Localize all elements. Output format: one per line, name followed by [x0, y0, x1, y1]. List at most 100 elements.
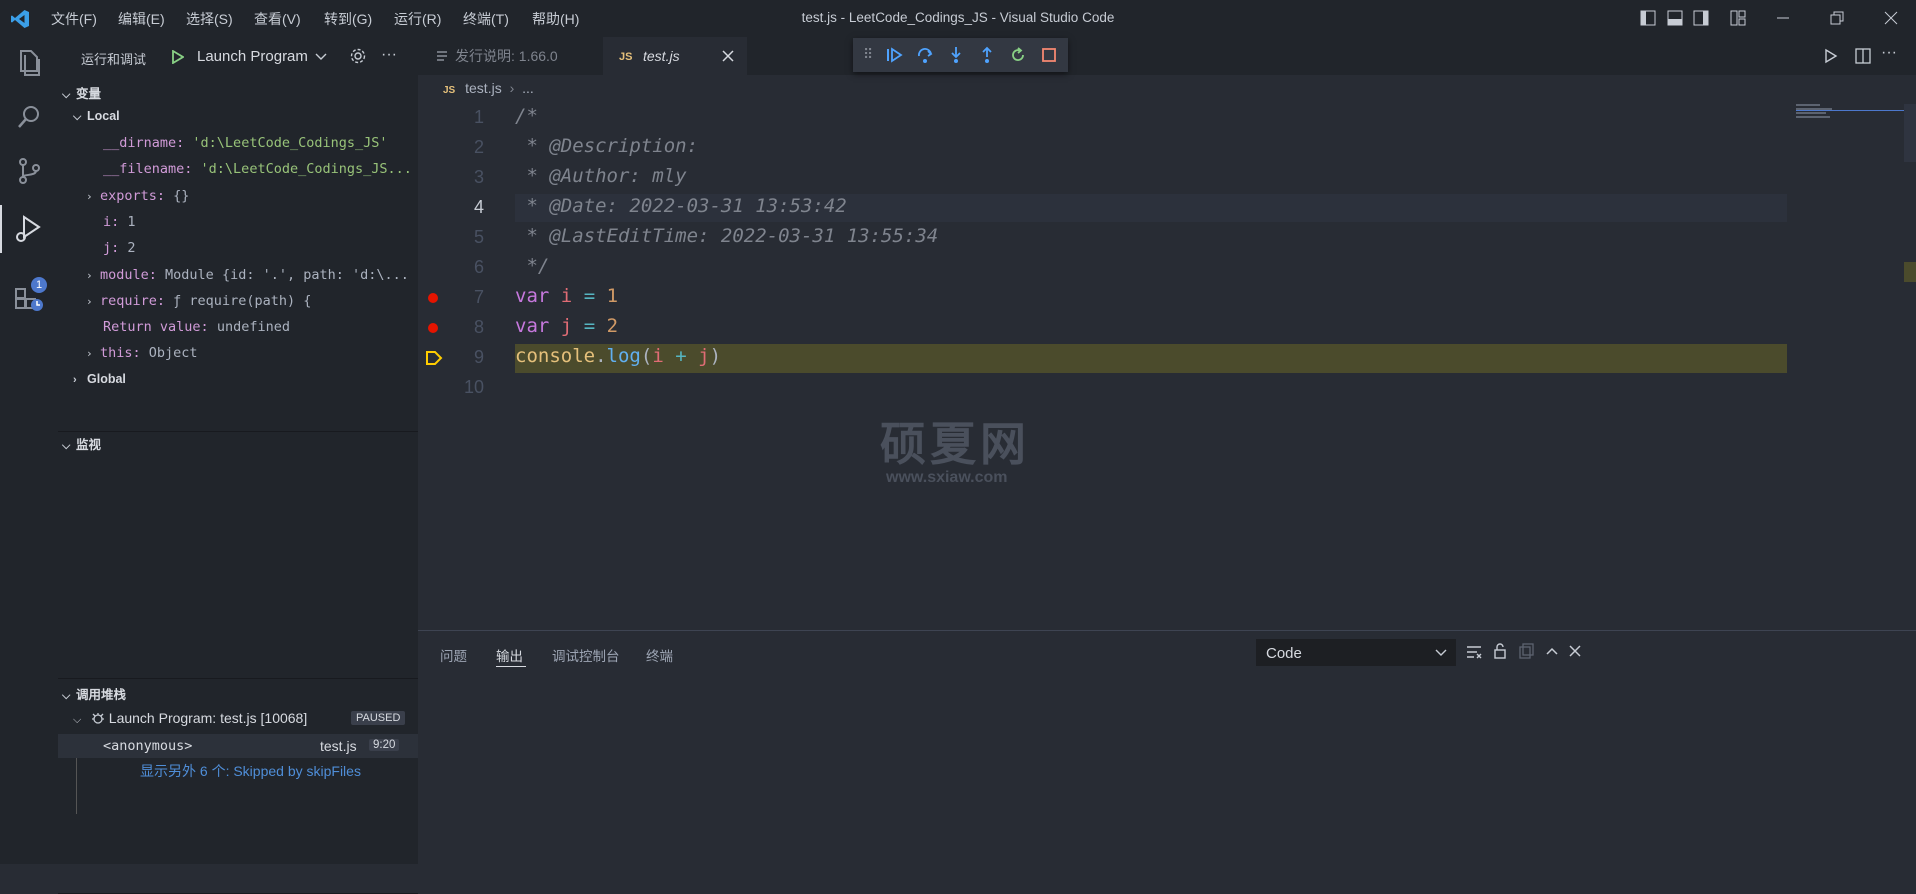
code-line: */ [515, 255, 550, 277]
watermark-url: www.sxiaw.com [886, 469, 1008, 486]
bottom-panel: 问题 输出 调试控制台 终端 Code [418, 630, 1916, 865]
line-number: 9 [473, 347, 484, 367]
active-indicator [0, 205, 2, 253]
variable-row[interactable]: i: 1 [103, 214, 418, 230]
tab-terminal[interactable]: 终端 [646, 645, 673, 665]
code-line: var j = 2 [515, 315, 619, 337]
minimize-icon[interactable] [1775, 10, 1791, 26]
step-out-icon[interactable] [978, 46, 996, 64]
tab-problems[interactable]: 问题 [440, 645, 467, 665]
chevron-down-icon: ⌵ [62, 89, 71, 101]
continue-icon[interactable] [885, 46, 903, 64]
variable-row[interactable]: Return value: undefined [103, 319, 418, 335]
line-number: 6 [473, 257, 484, 277]
sidebar-title: 运行和调试 [81, 52, 147, 67]
line-number: 8 [473, 317, 484, 337]
tab-test-js[interactable]: JS test.js [603, 37, 747, 75]
window-title: test.js - LeetCode_Codings_JS - Visual S… [801, 10, 1115, 25]
output-channel-select[interactable]: Code [1256, 639, 1456, 666]
toggle-secondary-sidebar-icon[interactable] [1693, 10, 1709, 26]
stack-frame-position: 9:20 [369, 739, 400, 751]
open-log-icon[interactable] [1518, 643, 1534, 659]
chevron-right-icon: › [86, 269, 93, 282]
scope-local[interactable]: ⌵ Local [58, 109, 418, 124]
code-line: * @LastEditTime: 2022-03-31 13:55:34 [515, 225, 939, 247]
editor-tab-bar: 发行说明: 1.66.0 JS test.js ··· [418, 37, 1916, 75]
debug-toolbar: ⠿ [853, 38, 1068, 72]
line-number: 4 [473, 197, 484, 217]
watch-section-header[interactable]: ⌵ 监视 [58, 434, 418, 453]
line-number: 10 [463, 377, 484, 397]
breadcrumb-symbol[interactable]: ... [522, 80, 534, 96]
more-actions-icon[interactable]: ··· [381, 46, 397, 64]
tab-release-notes[interactable]: 发行说明: 1.66.0 [418, 37, 603, 75]
variable-row[interactable]: › module: Module {id: '.', path: 'd:\... [86, 267, 418, 283]
minimap[interactable] [1796, 104, 1836, 120]
restore-icon[interactable] [1829, 10, 1845, 26]
clear-output-icon[interactable] [1466, 644, 1482, 660]
activity-bar: 1 [0, 37, 58, 864]
variable-row[interactable]: __dirname: 'd:\LeetCode_Codings_JS' [103, 135, 418, 151]
stack-frame-file: test.js [320, 738, 357, 754]
chevron-down-icon[interactable] [315, 51, 327, 63]
launch-config-select[interactable]: Launch Program [197, 48, 308, 65]
chevron-right-icon: › [86, 190, 93, 203]
stack-frame-name: <anonymous> [103, 738, 193, 754]
line-number: 1 [473, 107, 484, 127]
step-into-icon[interactable] [947, 46, 965, 64]
customize-layout-icon[interactable] [1730, 10, 1746, 26]
variable-row[interactable]: j: 2 [103, 240, 418, 256]
variables-section-header[interactable]: ⌵ 变量 [58, 83, 418, 102]
variable-row[interactable]: › require: ƒ require(path) { [86, 293, 418, 309]
maximize-panel-icon[interactable] [1545, 644, 1559, 658]
code-line: * @Description: [515, 135, 699, 157]
code-line: var i = 1 [515, 285, 619, 307]
watermark-text: 硕夏网 [880, 418, 1030, 470]
drag-handle-icon[interactable]: ⠿ [863, 46, 873, 63]
extensions-icon[interactable] [12, 279, 46, 313]
restart-icon[interactable] [1009, 46, 1027, 64]
line-number: 2 [473, 137, 484, 157]
paused-badge: PAUSED [351, 711, 406, 725]
step-over-icon[interactable] [916, 46, 934, 64]
run-file-icon[interactable] [1823, 48, 1839, 64]
line-number: 7 [473, 287, 484, 307]
gear-icon[interactable] [349, 47, 367, 65]
chevron-right-icon: › [86, 347, 93, 360]
tab-output[interactable]: 输出 [496, 645, 523, 665]
chevron-down-icon: ⌵ [62, 690, 71, 702]
close-tab-icon[interactable] [722, 50, 734, 62]
toggle-panel-icon[interactable] [1667, 10, 1683, 26]
show-skipped-frames-link[interactable]: 显示另外 6 个: Skipped by skipFiles [140, 761, 361, 781]
explorer-icon[interactable] [12, 46, 46, 80]
split-editor-icon[interactable] [1855, 48, 1871, 64]
breadcrumb-file[interactable]: test.js [465, 80, 502, 96]
close-window-icon[interactable] [1883, 10, 1899, 26]
scope-global[interactable]: › Global [58, 372, 418, 386]
close-panel-icon[interactable] [1568, 644, 1582, 658]
run-and-debug-icon[interactable] [12, 212, 46, 246]
variable-row[interactable]: › exports: {} [86, 188, 418, 204]
more-editor-actions-icon[interactable]: ··· [1881, 44, 1897, 62]
title-bar: 文件(F) 编辑(E) 选择(S) 查看(V) 转到(G) 运行(R) 终端(T… [0, 0, 1916, 37]
variable-row[interactable]: __filename: 'd:\LeetCode_Codings_JS... [103, 161, 418, 177]
variable-row[interactable]: › this: Object [86, 345, 418, 361]
line-number: 5 [473, 227, 484, 247]
tab-debug-console[interactable]: 调试控制台 [552, 645, 620, 665]
code-line: console.log(i + j) [515, 345, 722, 367]
callstack-section-header[interactable]: ⌵ 调用堆栈 [58, 684, 418, 703]
stop-icon[interactable] [1040, 46, 1058, 64]
toggle-primary-sidebar-icon[interactable] [1640, 10, 1656, 26]
active-tab-underline [496, 666, 526, 667]
lock-scroll-icon[interactable] [1492, 643, 1508, 659]
editor-scrollbar[interactable] [1904, 104, 1916, 162]
bug-icon [91, 713, 104, 724]
search-icon[interactable] [12, 100, 46, 134]
js-file-icon: JS [619, 51, 633, 63]
chevron-down-icon: ⌵ [62, 440, 71, 452]
start-debugging-icon[interactable] [170, 50, 184, 64]
chevron-right-icon: › [86, 295, 93, 308]
source-control-icon[interactable] [12, 154, 46, 188]
chevron-down-icon: ⌵ [73, 111, 82, 123]
chevron-down-icon: ⌵ [73, 714, 82, 726]
